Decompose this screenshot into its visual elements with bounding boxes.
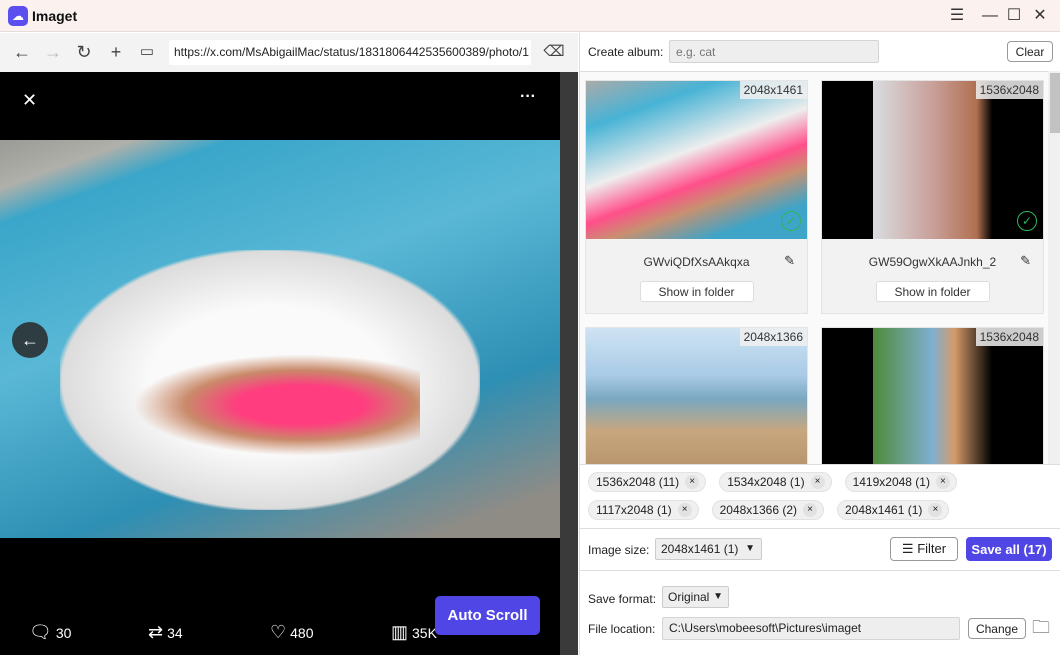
post-photo: [0, 140, 560, 538]
show-in-folder-button[interactable]: Show in folder: [639, 281, 754, 302]
chevron-down-icon: ▼: [713, 591, 723, 602]
image-thumbnail[interactable]: [586, 328, 807, 464]
image-thumbnail[interactable]: [822, 81, 1043, 239]
image-card[interactable]: 2048x1366: [585, 327, 808, 464]
image-size-select[interactable]: 2048x1461 (1) ▼: [655, 538, 762, 560]
views-stat[interactable]: ▥ 35K: [391, 622, 437, 643]
size-chip[interactable]: 1534x2048 (1) ×: [719, 472, 832, 492]
back-icon[interactable]: ←: [11, 41, 33, 63]
reload-icon[interactable]: ↻: [73, 41, 95, 63]
previous-photo-button[interactable]: ←: [12, 322, 48, 358]
save-format-select[interactable]: Original ▼: [662, 586, 729, 608]
folder-icon[interactable]: 🗀: [1032, 615, 1050, 645]
close-window-icon[interactable]: ✕: [1030, 6, 1050, 26]
album-input[interactable]: [669, 40, 879, 63]
new-tab-icon[interactable]: +: [105, 41, 127, 63]
like-stat[interactable]: ♡ 480: [270, 622, 314, 643]
size-chip[interactable]: 2048x1461 (1) ×: [837, 500, 950, 520]
image-card[interactable]: 1536x2048 ✓ GW59OgwXkAAJnkh_2 ✎ Show in …: [821, 80, 1044, 314]
divider: [580, 464, 1060, 465]
close-icon[interactable]: ✕: [22, 90, 37, 111]
clear-button[interactable]: Clear: [1007, 41, 1053, 62]
size-chip[interactable]: 1117x2048 (1) ×: [588, 500, 699, 520]
sliders-icon: ☰: [901, 541, 918, 556]
edit-name-icon[interactable]: ✎: [1020, 253, 1031, 269]
edit-name-icon[interactable]: ✎: [784, 253, 795, 269]
browser-toolbar: ← → ↻ + ▭ https://x.com/MsAbigailMac/sta…: [0, 33, 578, 72]
file-location-label: File location:: [588, 622, 656, 636]
chevron-down-icon: ▼: [745, 543, 755, 554]
filter-button[interactable]: ☰ Filter: [890, 537, 958, 561]
url-input[interactable]: https://x.com/MsAbigailMac/status/183180…: [169, 40, 531, 65]
app-logo-icon: ☁: [8, 6, 28, 26]
title-bar: ☁ Imaget ☰ — ☐ ✕: [0, 0, 1060, 32]
web-viewer: ✕ ··· ← 🗨 30 ⇄ 34 ♡ 480 ▥ 35K Auto Scroll: [0, 72, 578, 655]
download-panel: Create album: Clear 2048x1461 ✓ GWviQDfX…: [579, 33, 1060, 655]
clean-brush-icon[interactable]: ⌫: [543, 41, 565, 63]
save-all-button[interactable]: Save all (17): [966, 537, 1052, 561]
remove-icon[interactable]: ×: [935, 475, 950, 489]
photo-subject: [120, 350, 420, 460]
image-dimensions: 2048x1461: [739, 81, 807, 99]
maximize-icon[interactable]: ☐: [1004, 6, 1024, 26]
file-location-field[interactable]: C:\Users\mobeesoft\Pictures\imaget: [662, 617, 960, 640]
image-card[interactable]: 1536x2048: [821, 327, 1044, 464]
menu-icon[interactable]: ☰: [947, 6, 967, 26]
change-location-button[interactable]: Change: [968, 618, 1026, 639]
image-grid: 2048x1461 ✓ GWviQDfXsAAkqxa ✎ Show in fo…: [580, 71, 1048, 464]
remove-icon[interactable]: ×: [928, 503, 943, 517]
minimize-icon[interactable]: —: [980, 6, 1000, 26]
forward-icon[interactable]: →: [42, 41, 64, 63]
size-chips: 1536x2048 (11) × 1534x2048 (1) × 1419x2048…: [588, 472, 1053, 520]
views-icon: ▥: [391, 622, 409, 642]
image-thumbnail[interactable]: [586, 81, 807, 239]
save-format-label: Save format:: [588, 592, 657, 606]
image-thumbnail[interactable]: [822, 328, 1043, 464]
size-chip[interactable]: 1536x2048 (11) ×: [588, 472, 707, 492]
remove-icon[interactable]: ×: [677, 503, 692, 517]
size-chip[interactable]: 1419x2048 (1) ×: [844, 472, 957, 492]
size-chip[interactable]: 2048x1366 (2) ×: [711, 500, 824, 520]
show-in-folder-button[interactable]: Show in folder: [875, 281, 990, 302]
reply-stat[interactable]: 🗨 30: [29, 622, 71, 643]
image-name: GW59OgwXkAAJnkh_2: [868, 255, 997, 269]
scrollbar-thumb[interactable]: [1050, 73, 1060, 133]
repost-icon: ⇄: [148, 622, 164, 642]
check-icon: ✓: [781, 211, 801, 231]
image-size-label: Image size:: [588, 543, 650, 557]
grid-scrollbar[interactable]: [1048, 71, 1060, 464]
image-name: GWviQDfXsAAkqxa: [643, 255, 750, 269]
album-label: Create album:: [588, 45, 664, 59]
image-card[interactable]: 2048x1461 ✓ GWviQDfXsAAkqxa ✎ Show in fo…: [585, 80, 808, 314]
window-icon[interactable]: ▭: [136, 41, 158, 63]
viewer-scrollbar[interactable]: [560, 72, 578, 655]
remove-icon[interactable]: ×: [810, 475, 825, 489]
app-title: Imaget: [32, 8, 78, 24]
remove-icon[interactable]: ×: [685, 475, 700, 489]
more-icon[interactable]: ···: [520, 88, 536, 106]
auto-scroll-button[interactable]: Auto Scroll: [435, 596, 540, 635]
check-icon: ✓: [1017, 211, 1037, 231]
heart-icon: ♡: [270, 622, 287, 642]
image-dimensions: 1536x2048: [975, 328, 1043, 346]
image-dimensions: 1536x2048: [975, 81, 1043, 99]
divider: [580, 528, 1060, 529]
image-dimensions: 2048x1366: [739, 328, 807, 346]
reply-icon: 🗨: [29, 622, 52, 642]
remove-icon[interactable]: ×: [803, 503, 817, 517]
divider: [580, 570, 1060, 571]
repost-stat[interactable]: ⇄ 34: [148, 622, 183, 643]
